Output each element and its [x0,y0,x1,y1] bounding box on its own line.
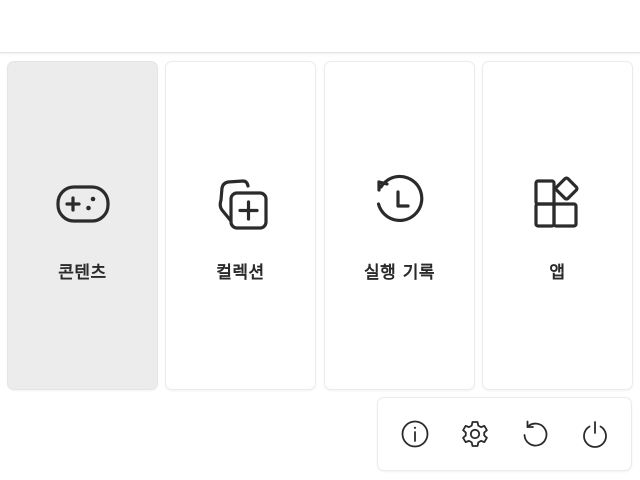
history-icon [370,174,430,234]
restart-icon [519,420,551,454]
main-menu-tiles: 콘텐츠 컬렉션 실행 기록 앱 [8,62,632,389]
tile-label: 컬렉션 [216,263,265,283]
settings-button[interactable] [459,418,491,450]
tile-label: 앱 [549,263,566,283]
info-icon [399,420,431,454]
tile-collections[interactable]: 컬렉션 [166,62,315,389]
restart-button[interactable] [519,418,551,450]
tile-contents[interactable]: 콘텐츠 [8,62,157,389]
tile-label: 콘텐츠 [58,263,107,283]
tile-label: 실행 기록 [364,263,435,283]
power-icon [579,421,611,454]
power-button[interactable] [579,418,611,450]
collection-add-icon [211,174,271,234]
top-bar [0,0,640,53]
app-window: 콘텐츠 컬렉션 실행 기록 앱 [0,0,640,480]
tile-apps[interactable]: 앱 [483,62,632,389]
gamepad-icon [53,174,113,234]
apps-icon [528,174,588,234]
gear-icon [459,421,491,454]
tile-history[interactable]: 실행 기록 [325,62,474,389]
system-button-bar [378,398,631,470]
info-button[interactable] [399,418,431,450]
